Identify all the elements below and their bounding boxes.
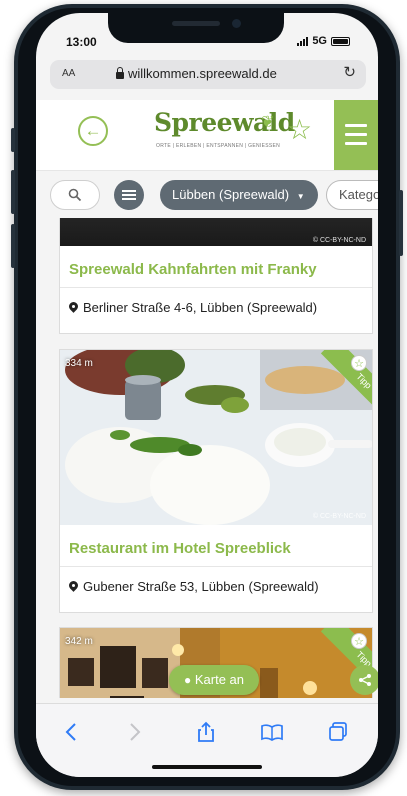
card-address: Gubener Straße 53, Lübben (Spreewald) xyxy=(69,579,319,594)
card-divider xyxy=(60,287,372,288)
card-image: 334 m Tipp ☆ © CC-BY-NC-ND xyxy=(60,350,372,525)
location-pin-icon xyxy=(69,302,78,314)
status-time: 13:00 xyxy=(66,35,97,49)
lock-icon xyxy=(116,66,124,79)
reload-icon[interactable]: ↻ xyxy=(343,63,356,81)
share-button[interactable] xyxy=(350,665,378,695)
phone-screen: 13:00 5G AA willkommen.spreewald.de ↻ ← … xyxy=(36,13,378,777)
search-button[interactable] xyxy=(50,180,100,210)
address-text: Berliner Straße 4-6, Lübben (Spreewald) xyxy=(83,300,318,315)
card-divider xyxy=(60,566,372,567)
favorite-star-icon[interactable]: ☆ xyxy=(351,633,367,649)
search-icon xyxy=(68,188,82,202)
back-arrow-icon[interactable]: ← xyxy=(78,116,108,146)
speaker xyxy=(172,21,220,26)
share-icon xyxy=(359,674,371,686)
distance-badge: 342 m xyxy=(65,636,93,647)
image-credit: © CC-BY-NC-ND xyxy=(312,237,366,244)
results-list[interactable]: © CC-BY-NC-ND Spreewald Kahnfahrten mit … xyxy=(36,218,378,698)
favorite-star-icon[interactable]: ☆ xyxy=(287,115,312,145)
card-title[interactable]: Restaurant im Hotel Spreeblick xyxy=(69,540,291,557)
tipp-ribbon: Tipp ☆ xyxy=(308,350,372,414)
leaf-icon: ❦ xyxy=(261,114,275,131)
card-title[interactable]: Spreewald Kahnfahrten mit Franky xyxy=(69,261,317,278)
location-dropdown[interactable]: Lübben (Spreewald) ▼ xyxy=(160,180,318,210)
tabs-icon[interactable] xyxy=(326,720,350,744)
card-image: © CC-BY-NC-ND xyxy=(60,218,372,246)
text-size-button[interactable]: AA xyxy=(62,68,75,79)
location-pin-icon xyxy=(69,581,78,593)
volume-up-button xyxy=(11,170,15,214)
favorite-star-icon[interactable]: ☆ xyxy=(351,355,367,371)
address-text: Gubener Straße 53, Lübben (Spreewald) xyxy=(83,579,319,594)
bookmarks-icon[interactable] xyxy=(260,720,284,744)
notch xyxy=(108,13,284,43)
category-dropdown[interactable]: Kategor xyxy=(326,180,378,210)
share-sheet-icon[interactable] xyxy=(194,720,218,744)
caret-down-icon: ▼ xyxy=(296,192,305,201)
power-button xyxy=(399,190,403,256)
url-text: willkommen.spreewald.de xyxy=(128,66,277,81)
map-toggle-label: Karte an xyxy=(194,672,245,687)
location-dropdown-label: Lübben (Spreewald) xyxy=(172,187,290,202)
status-indicators: 5G xyxy=(297,35,350,47)
image-credit: © CC-BY-NC-ND xyxy=(312,513,366,520)
site-header: ← Spreewald ❦ ORTE | ERLEBEN | ENTSPANNE… xyxy=(36,100,378,170)
map-toggle-button[interactable]: ● Karte an xyxy=(169,665,259,695)
battery-icon xyxy=(331,36,350,46)
globe-icon: ● xyxy=(183,673,192,687)
front-camera xyxy=(232,19,241,28)
list-item[interactable]: 334 m Tipp ☆ © CC-BY-NC-ND Restaurant im… xyxy=(59,349,373,613)
list-item[interactable]: © CC-BY-NC-ND Spreewald Kahnfahrten mit … xyxy=(59,218,373,334)
hamburger-menu-button[interactable] xyxy=(334,100,378,170)
url-display[interactable]: willkommen.spreewald.de xyxy=(116,66,277,81)
back-chevron-icon[interactable] xyxy=(60,720,84,744)
filter-bar: Lübben (Spreewald) ▼ Kategor xyxy=(36,170,378,219)
filter-settings-button[interactable] xyxy=(114,180,144,210)
home-indicator[interactable] xyxy=(152,765,262,769)
card-address: Berliner Straße 4-6, Lübben (Spreewald) xyxy=(69,300,317,315)
mute-switch xyxy=(11,128,15,152)
logo-tagline: ORTE | ERLEBEN | ENTSPANNEN | GENIESSEN xyxy=(156,143,281,149)
distance-badge: 334 m xyxy=(65,358,93,369)
spreewald-logo[interactable]: Spreewald ❦ ORTE | ERLEBEN | ENTSPANNEN … xyxy=(154,108,295,158)
signal-icon xyxy=(297,36,309,46)
volume-down-button xyxy=(11,224,15,268)
network-label: 5G xyxy=(312,35,327,47)
forward-chevron-icon[interactable] xyxy=(122,720,146,744)
address-bar[interactable]: AA willkommen.spreewald.de ↻ xyxy=(50,60,366,89)
